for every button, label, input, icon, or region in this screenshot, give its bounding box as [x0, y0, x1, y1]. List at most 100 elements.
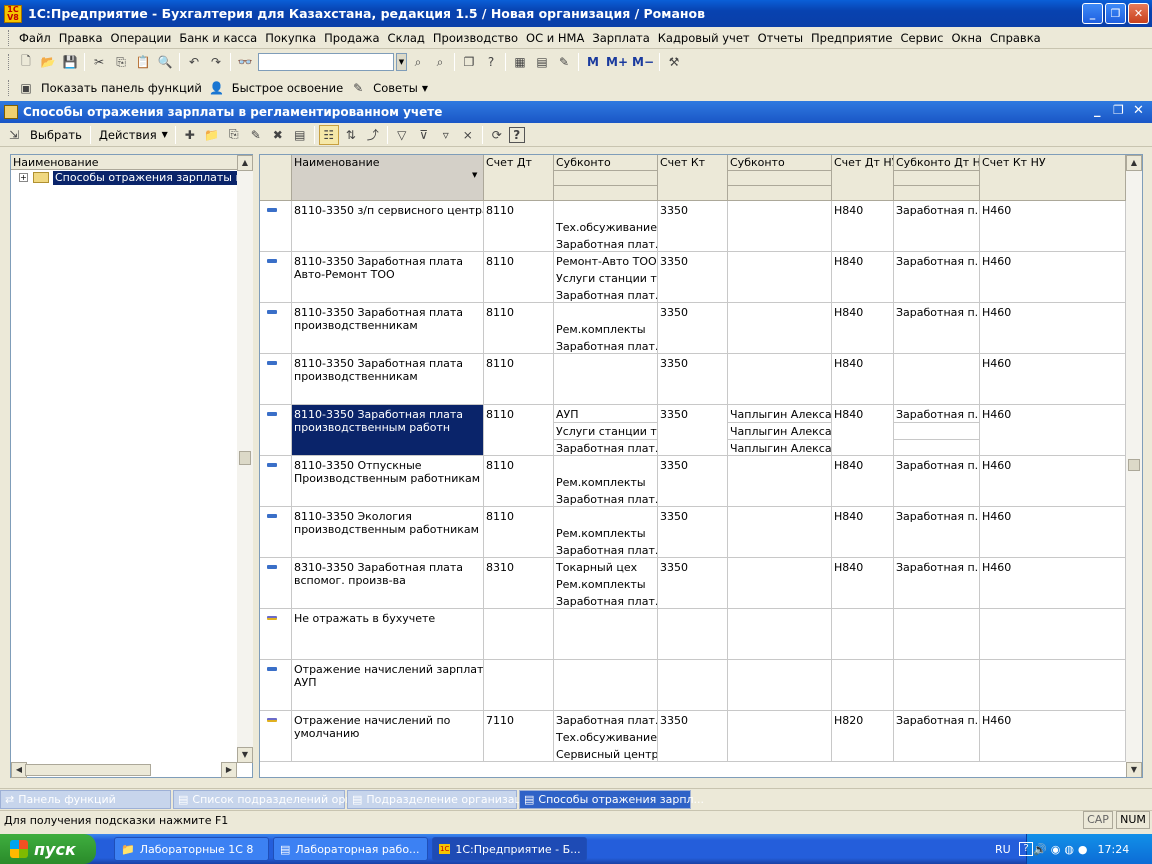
row-cell[interactable]: 3350 [658, 408, 728, 421]
row-name[interactable]: вспомог. произв-ва [292, 574, 484, 587]
menu-assets[interactable]: ОС и НМА [522, 31, 588, 45]
row-subkonto[interactable]: Заработная плат... [554, 595, 658, 608]
menu-service[interactable]: Сервис [896, 31, 947, 45]
row-subkonto[interactable]: Услуги станции т... [554, 425, 658, 438]
add-icon[interactable]: ✚ [180, 125, 200, 145]
select-button[interactable]: Выбрать [25, 128, 87, 142]
row-cell[interactable]: Н460 [980, 510, 1126, 523]
table-scroll-up-icon[interactable]: ▲ [1126, 155, 1142, 171]
open-icon[interactable]: 📂 [38, 52, 58, 72]
row-subkonto[interactable]: Тех.обсуживание ... [554, 731, 658, 744]
menu-sales[interactable]: Продажа [320, 31, 383, 45]
row-subkonto[interactable]: Услуги станции т... [554, 272, 658, 285]
undo-icon[interactable]: ↶ [184, 52, 204, 72]
row-name[interactable]: Производственным работникам [292, 472, 484, 485]
tree-vscroll-thumb[interactable] [239, 451, 251, 465]
speaker-icon[interactable]: 🔊 [1033, 843, 1047, 856]
start-button[interactable]: пуск [0, 834, 96, 864]
row-name[interactable]: 8310-3350 Заработная плата [292, 561, 484, 574]
help-tray-icon[interactable]: ? [1019, 842, 1033, 856]
row-name[interactable]: АУП [292, 676, 484, 689]
row-cell[interactable]: Н840 [832, 255, 894, 268]
row-cell[interactable]: Н820 [832, 714, 894, 727]
menu-file[interactable]: Файл [15, 31, 55, 45]
header-kt-nu[interactable]: Счет Кт НУ [980, 155, 1126, 201]
tools-icon[interactable]: ⚒ [664, 52, 684, 72]
row-cell[interactable]: 8310 [484, 561, 554, 574]
row-cell[interactable]: Заработная п... [894, 714, 980, 727]
menu-bank[interactable]: Банк и касса [175, 31, 261, 45]
row-subkonto[interactable]: Рем.комплекты [554, 578, 658, 591]
row-name[interactable]: производственным работникам [292, 523, 484, 536]
row-cell[interactable]: Н460 [980, 714, 1126, 727]
minimize-button[interactable]: _ [1082, 3, 1103, 24]
search-dropdown-icon[interactable]: ▼ [396, 53, 407, 71]
row-subkonto[interactable]: Рем.комплекты [554, 527, 658, 540]
cut-icon[interactable]: ✂ [89, 52, 109, 72]
table-scroll-down-icon[interactable]: ▼ [1126, 762, 1142, 777]
quick-learn-button[interactable]: Быстрое освоение [228, 81, 347, 95]
row-name[interactable]: 8110-3350 Заработная плата [292, 408, 484, 421]
row-cell[interactable]: Н840 [832, 510, 894, 523]
filter-value-icon[interactable]: ⊽ [414, 125, 434, 145]
tree-scroll-right-icon[interactable]: ▶ [221, 762, 237, 778]
row-name[interactable]: 8110-3350 Заработная плата [292, 306, 484, 319]
tab-department[interactable]: ▤ Подразделение организации [347, 790, 536, 809]
help-icon[interactable]: ? [508, 126, 525, 143]
tree-root-item[interactable]: Способы отражения зарплаты в рег [53, 171, 239, 185]
row-name[interactable]: производственным работн [292, 421, 484, 434]
row-cell[interactable]: 3350 [658, 255, 728, 268]
paste-icon[interactable]: 📋 [133, 52, 153, 72]
row-cell[interactable]: Заработная п... [894, 408, 980, 421]
row-subkonto[interactable]: Чаплыгин Алекса... [728, 442, 832, 455]
row-subkonto[interactable]: Токарный цех [554, 561, 658, 574]
row-cell[interactable]: Н840 [832, 306, 894, 319]
actions-dropdown-icon[interactable]: ▼ [162, 130, 168, 139]
memory-minus-icon[interactable]: M− [631, 52, 655, 72]
tab-salary-methods[interactable]: ▤ Способы отражения зарпл... [519, 790, 704, 809]
row-cell[interactable]: 3350 [658, 357, 728, 370]
menu-hr[interactable]: Кадровый учет [654, 31, 754, 45]
new-document-icon[interactable]: 🗋 [16, 52, 36, 72]
row-cell[interactable]: 3350 [658, 459, 728, 472]
antivirus-icon[interactable]: ◍ [1064, 843, 1074, 856]
row-subkonto[interactable]: Чаплыгин Алекса... [728, 425, 832, 438]
post-icon[interactable]: ▤ [290, 125, 310, 145]
row-cell[interactable]: 8110 [484, 306, 554, 319]
language-indicator[interactable]: RU [995, 843, 1011, 856]
row-cell[interactable]: Н840 [832, 408, 894, 421]
row-subkonto[interactable]: Заработная плат... [554, 442, 658, 455]
header-subkonto-dt[interactable]: Субконто [554, 155, 658, 201]
tree-hscroll-thumb[interactable] [25, 764, 151, 776]
row-cell[interactable]: 3350 [658, 714, 728, 727]
row-cell[interactable]: Н460 [980, 459, 1126, 472]
tab-department-list[interactable]: ▤ Список подразделений орг... [173, 790, 362, 809]
row-subkonto[interactable]: АУП [554, 408, 658, 421]
header-subkonto-dt-nu[interactable]: Субконто Дт НУ [894, 155, 980, 201]
row-cell[interactable]: 8110 [484, 408, 554, 421]
refresh-icon[interactable]: ⟳ [487, 125, 507, 145]
row-cell[interactable]: Н460 [980, 357, 1126, 370]
row-cell[interactable]: Н840 [832, 357, 894, 370]
menu-edit[interactable]: Правка [55, 31, 107, 45]
menu-enterprise[interactable]: Предприятие [807, 31, 896, 45]
find-next-icon[interactable]: ⌕ [408, 52, 428, 72]
row-name[interactable]: Отражение начислений по [292, 714, 484, 727]
tree-vscroll[interactable] [237, 171, 253, 763]
row-cell[interactable]: 3350 [658, 306, 728, 319]
row-name[interactable]: производственникам [292, 370, 484, 383]
delete-mark-icon[interactable]: ✖ [268, 125, 288, 145]
menu-windows[interactable]: Окна [947, 31, 986, 45]
row-name[interactable]: Авто-Ремонт ТОО [292, 268, 484, 281]
calculator-icon[interactable]: ▦ [510, 52, 530, 72]
network-icon[interactable]: ◉ [1051, 843, 1061, 856]
copy-icon[interactable]: ⎘ [111, 52, 131, 72]
task-folder[interactable]: 📁 Лабораторные 1С 8 [114, 837, 269, 861]
row-subkonto[interactable]: Заработная плат... [554, 544, 658, 557]
help-1c-icon[interactable]: ? [481, 52, 501, 72]
row-subkonto[interactable]: Чаплыгин Алекса... [728, 408, 832, 421]
sort-arrow-icon[interactable]: ▼ [470, 171, 479, 179]
menu-production[interactable]: Производство [429, 31, 522, 45]
row-cell[interactable]: Заработная п... [894, 561, 980, 574]
task-word[interactable]: ▤ Лабораторная рабо... [273, 837, 428, 861]
